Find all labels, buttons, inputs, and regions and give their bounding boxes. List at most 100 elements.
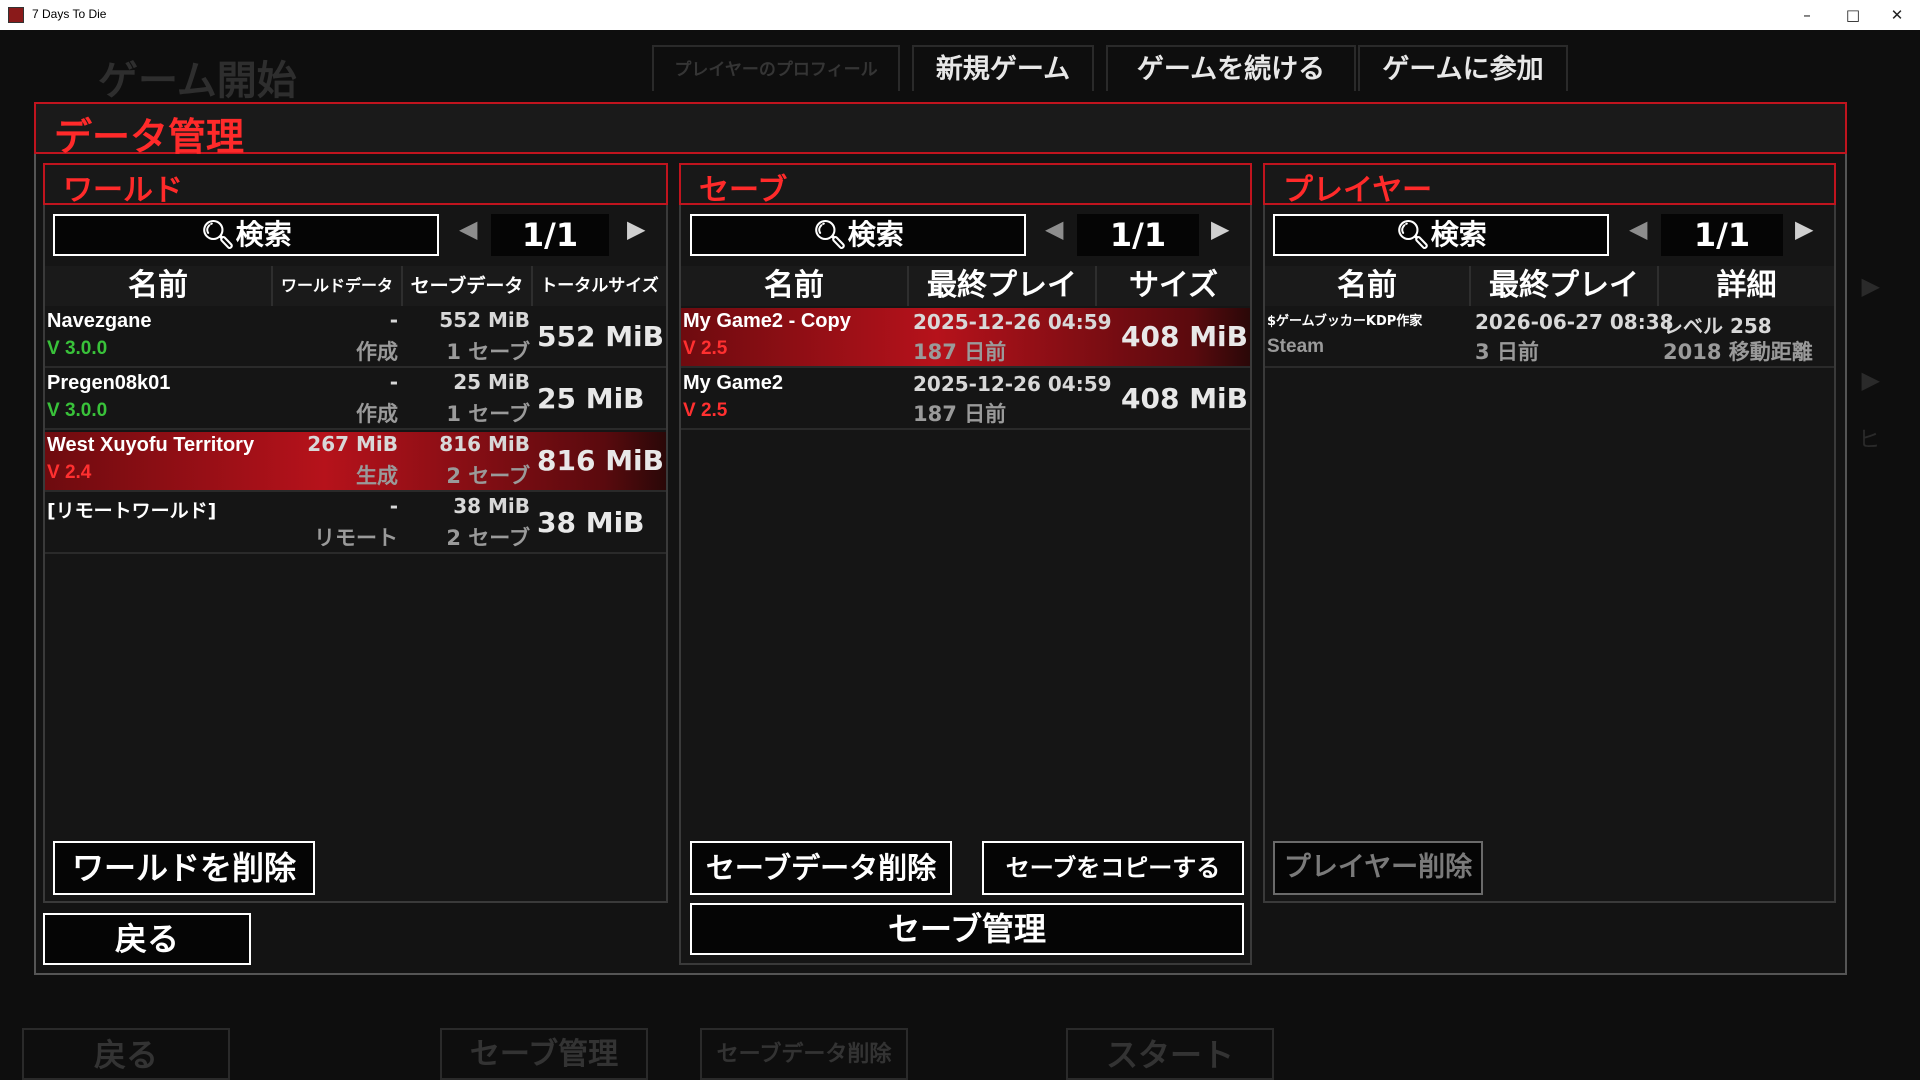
world-data-status: 作成 bbox=[356, 402, 398, 426]
world-name: Navezgane bbox=[47, 310, 152, 332]
world-data-size: - bbox=[389, 370, 398, 394]
save-panel: セーブ 🔍︎検索 ◀ 1/1 ▶ 名前 最終プレイ サイズ My Game2 -… bbox=[679, 163, 1252, 965]
save-row-selected[interactable]: My Game2 - Copy V 2.5 2025-12-26 04:59 1… bbox=[681, 308, 1250, 368]
back-button[interactable]: 戻る bbox=[43, 913, 251, 965]
world-row[interactable]: Navezgane V 3.0.0 - 作成 552 MiB 1 セーブ 552… bbox=[45, 308, 666, 368]
world-version: V 2.4 bbox=[47, 462, 92, 483]
world-col-world-data[interactable]: ワールドデータ bbox=[273, 266, 403, 306]
bg-save-delete-button: セーブデータ削除 bbox=[700, 1028, 908, 1080]
search-icon: 🔍︎ bbox=[200, 218, 236, 251]
window-titlebar: 7 Days To Die – □ ✕ bbox=[0, 0, 1920, 30]
world-panel-header: ワールド bbox=[43, 163, 668, 208]
save-version: V 2.5 bbox=[683, 400, 728, 421]
save-last-played: 2025-12-26 04:59 bbox=[913, 310, 1112, 334]
save-prev-page-icon[interactable]: ◀ bbox=[1045, 215, 1063, 243]
world-name: West Xuyofu Territory bbox=[47, 434, 255, 456]
player-distance: 2018 移動距離 bbox=[1663, 340, 1813, 364]
save-name: My Game2 bbox=[683, 372, 784, 394]
save-size: 408 MiB bbox=[1121, 382, 1248, 415]
save-search-label: 検索 bbox=[847, 218, 904, 251]
world-col-name[interactable]: 名前 bbox=[45, 266, 273, 306]
save-col-last-played[interactable]: 最終プレイ bbox=[909, 266, 1097, 306]
save-col-name[interactable]: 名前 bbox=[681, 266, 909, 306]
bg-back-button: 戻る bbox=[22, 1028, 230, 1080]
delete-save-button[interactable]: セーブデータ削除 bbox=[690, 841, 952, 895]
player-col-details[interactable]: 詳細 bbox=[1659, 266, 1834, 306]
world-total-size: 552 MiB bbox=[537, 320, 664, 353]
save-ago: 187 日前 bbox=[913, 402, 1007, 426]
world-panel: ワールド 🔍︎検索 ◀ 1/1 ▶ 名前 ワールドデータ セーブデータ トータル… bbox=[43, 163, 668, 903]
world-save-size: 552 MiB bbox=[439, 308, 530, 332]
world-save-count: 1 セーブ bbox=[446, 340, 530, 364]
world-panel-title: ワールド bbox=[63, 173, 183, 208]
player-platform: Steam bbox=[1267, 336, 1325, 357]
player-panel-header: プレイヤー bbox=[1263, 163, 1836, 208]
window-title: 7 Days To Die bbox=[32, 7, 107, 21]
world-data-size: 267 MiB bbox=[307, 432, 398, 456]
dialog-title: データ管理 bbox=[54, 115, 245, 159]
player-last-played: 2026-06-27 08:38 bbox=[1475, 310, 1674, 334]
world-prev-page-icon[interactable]: ◀ bbox=[459, 215, 477, 243]
player-name: $ゲームブッカーKDP作家 bbox=[1267, 314, 1423, 329]
bg-tab-player-profile: プレイヤーのプロフィール bbox=[652, 45, 900, 91]
world-col-save-data[interactable]: セーブデータ bbox=[403, 266, 533, 306]
save-name: My Game2 - Copy bbox=[683, 310, 851, 332]
save-search-input[interactable]: 🔍︎検索 bbox=[690, 214, 1026, 256]
world-col-total-size[interactable]: トータルサイズ bbox=[533, 266, 666, 306]
bg-arrow-right-icon: ▶ bbox=[1861, 366, 1880, 394]
player-page-indicator: 1/1 bbox=[1661, 214, 1783, 256]
bg-tab-continue-game: ゲームを続ける bbox=[1106, 45, 1356, 91]
world-data-status: リモート bbox=[314, 526, 398, 550]
app-icon bbox=[8, 7, 24, 23]
save-manage-button[interactable]: セーブ管理 bbox=[690, 903, 1244, 955]
player-next-page-icon[interactable]: ▶ bbox=[1795, 215, 1813, 243]
world-search-input[interactable]: 🔍︎検索 bbox=[53, 214, 439, 256]
world-row[interactable]: [リモートワールド] - リモート 38 MiB 2 セーブ 38 MiB bbox=[45, 494, 666, 554]
world-save-size: 38 MiB bbox=[453, 494, 530, 518]
save-row[interactable]: My Game2 V 2.5 2025-12-26 04:59 187 日前 4… bbox=[681, 370, 1250, 430]
player-col-name[interactable]: 名前 bbox=[1265, 266, 1471, 306]
minimize-button[interactable]: – bbox=[1784, 0, 1830, 30]
copy-save-button[interactable]: セーブをコピーする bbox=[982, 841, 1244, 895]
close-button[interactable]: ✕ bbox=[1874, 0, 1920, 30]
player-panel-title: プレイヤー bbox=[1283, 173, 1433, 208]
bg-tab-join-game: ゲームに参加 bbox=[1358, 45, 1568, 91]
world-save-count: 2 セーブ bbox=[446, 464, 530, 488]
save-col-size[interactable]: サイズ bbox=[1097, 266, 1250, 306]
world-version: V 3.0.0 bbox=[47, 338, 108, 359]
player-col-last-played[interactable]: 最終プレイ bbox=[1471, 266, 1659, 306]
bg-start-button: スタート bbox=[1066, 1028, 1274, 1080]
world-save-size: 816 MiB bbox=[439, 432, 530, 456]
player-prev-page-icon[interactable]: ◀ bbox=[1629, 215, 1647, 243]
maximize-button[interactable]: □ bbox=[1830, 0, 1876, 30]
world-data-size: - bbox=[389, 308, 398, 332]
save-panel-title: セーブ bbox=[699, 173, 788, 208]
world-name: [リモートワールド] bbox=[47, 500, 217, 522]
world-name: Pregen08k01 bbox=[47, 372, 171, 394]
save-panel-header: セーブ bbox=[679, 163, 1252, 208]
player-search-input[interactable]: 🔍︎検索 bbox=[1273, 214, 1609, 256]
world-save-count: 2 セーブ bbox=[446, 526, 530, 550]
world-total-size: 816 MiB bbox=[537, 444, 664, 477]
player-ago: 3 日前 bbox=[1475, 340, 1539, 364]
world-total-size: 25 MiB bbox=[537, 382, 645, 415]
save-next-page-icon[interactable]: ▶ bbox=[1211, 215, 1229, 243]
world-row[interactable]: Pregen08k01 V 3.0.0 - 作成 25 MiB 1 セーブ 25… bbox=[45, 370, 666, 430]
world-data-status: 生成 bbox=[356, 464, 398, 488]
bg-tab-new-game: 新規ゲーム bbox=[912, 45, 1094, 91]
delete-world-button[interactable]: ワールドを削除 bbox=[53, 841, 315, 895]
world-version: V 3.0.0 bbox=[47, 400, 108, 421]
world-data-size: - bbox=[389, 494, 398, 518]
world-save-size: 25 MiB bbox=[453, 370, 530, 394]
player-row[interactable]: $ゲームブッカーKDP作家 Steam 2026-06-27 08:38 3 日… bbox=[1265, 308, 1834, 368]
bg-menu-title: ゲーム開始 bbox=[98, 58, 297, 104]
search-icon: 🔍︎ bbox=[812, 218, 848, 251]
save-ago: 187 日前 bbox=[913, 340, 1007, 364]
dialog-header: データ管理 bbox=[34, 102, 1847, 159]
delete-player-button[interactable]: プレイヤー削除 bbox=[1273, 841, 1483, 895]
world-next-page-icon[interactable]: ▶ bbox=[627, 215, 645, 243]
bg-side-text: ヒ bbox=[1857, 428, 1880, 453]
world-page-indicator: 1/1 bbox=[491, 214, 609, 256]
player-search-label: 検索 bbox=[1430, 218, 1487, 251]
world-row-selected[interactable]: West Xuyofu Territory V 2.4 267 MiB 生成 8… bbox=[45, 432, 666, 492]
